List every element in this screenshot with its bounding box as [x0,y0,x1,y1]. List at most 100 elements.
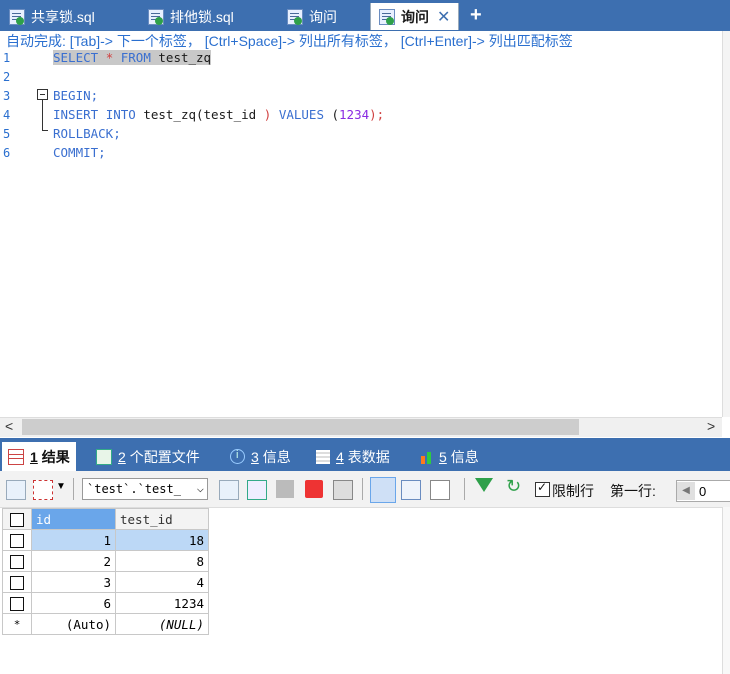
tab-query-active[interactable]: 询问 ✕ [370,3,460,30]
sql-identifier: test_zq [158,50,212,65]
query-file-icon [9,8,25,25]
tab-number: 2 [118,448,126,465]
cell-test-id[interactable]: (NULL) [115,613,209,635]
table-row[interactable]: 3 4 [2,571,209,593]
text-view-icon[interactable] [430,480,450,500]
line-number: 2 [3,70,11,84]
tab-label: 表数据 [347,448,390,465]
first-row-input[interactable]: ◀ 0 [676,480,730,502]
code-line-6[interactable]: COMMIT; [53,145,106,160]
code-line-1[interactable]: SELECT * FROM test_zq [53,50,212,65]
code-line-5[interactable]: ROLLBACK; [53,126,121,141]
cell-id[interactable]: (Auto) [31,613,116,635]
tab-number: 1 [30,448,38,465]
delete-icon[interactable] [305,480,323,498]
cell-id[interactable]: 2 [31,550,116,572]
sql-star: * [105,50,114,65]
tab-label: 排他锁.sql [170,8,234,25]
form-view-icon[interactable] [401,480,421,500]
profile-icon [96,448,112,465]
select-all-checkbox[interactable] [2,508,32,530]
discard-icon[interactable] [333,480,353,500]
tab-info-5[interactable]: 5 信息 [419,442,479,471]
cell-test-id[interactable]: 4 [115,571,209,593]
query-tab-bar [0,0,730,31]
sql-number: 1234 [339,107,370,122]
toolbar-divider [464,478,465,500]
sql-keyword: FROM [120,50,151,65]
sql-paren: ) [263,107,272,122]
query-file-icon [379,8,395,25]
sql-paren: ( [331,107,340,122]
first-row-value: 0 [699,483,707,499]
sql-keyword: BEGIN; [53,88,99,103]
limit-rows-checkbox[interactable] [535,480,550,497]
scroll-left-arrow-icon[interactable]: < [5,418,13,434]
tab-profile-2[interactable]: 2 个配置文件 [96,442,200,471]
export-icon[interactable] [6,480,26,500]
cell-id[interactable]: 3 [31,571,116,593]
table-header-row: id test_id [2,508,209,530]
tab-number: 5 [439,448,447,465]
query-file-icon [148,8,164,25]
save-icon[interactable] [276,480,294,498]
cell-test-id[interactable]: 1234 [115,592,209,614]
tab-info-3[interactable]: 3 信息 [230,442,291,471]
add-row-icon[interactable] [219,480,239,500]
import-icon[interactable] [33,480,53,500]
cell-test-id[interactable]: 8 [115,550,209,572]
new-tab-plus-icon[interactable]: + [470,4,482,27]
line-number: 4 [3,108,11,122]
scrollbar-thumb[interactable] [22,419,579,435]
column-header-test-id[interactable]: test_id [115,508,209,530]
refresh-icon[interactable]: ↻ [506,476,521,497]
row-checkbox[interactable] [2,529,32,551]
grid-view-icon[interactable] [370,477,396,503]
code-line-4[interactable]: INSERT INTO test_zq(test_id ) VALUES (12… [53,107,384,122]
sql-keyword: COMMIT; [53,145,106,160]
sql-paren: ); [369,107,385,122]
table-row[interactable]: 2 8 [2,550,209,572]
row-checkbox[interactable] [2,550,32,572]
tab-query-1[interactable]: 询问 [287,3,337,30]
scroll-right-arrow-icon[interactable]: > [707,418,715,434]
line-number: 1 [3,51,11,65]
chevron-down-icon: ⌵ [196,481,204,495]
new-row-marker: * [2,613,32,635]
table-row[interactable]: 1 18 [2,529,209,551]
cell-test-id[interactable]: 18 [115,529,209,551]
editor-vertical-scrollbar[interactable] [722,31,730,417]
tab-number: 4 [336,448,344,465]
limit-rows-label: 限制行 [552,483,594,499]
dropdown-arrow-icon[interactable]: ▼ [56,481,66,492]
table-row[interactable]: 6 1234 [2,592,209,614]
tab-label: 信息 [450,448,479,465]
table-icon [316,449,330,464]
cell-id[interactable]: 6 [31,592,116,614]
tab-shared-lock[interactable]: 共享锁.sql [9,3,95,30]
tab-exclusive-lock[interactable]: 排他锁.sql [148,3,234,30]
tab-label: 结果 [41,448,70,465]
new-row[interactable]: * (Auto) (NULL) [2,613,209,635]
table-select[interactable]: `test`.`test_ ⌵ [82,478,208,500]
code-line-3[interactable]: BEGIN; [53,88,98,103]
bar-chart-icon [419,450,433,464]
row-checkbox[interactable] [2,571,32,593]
line-number: 3 [3,89,11,103]
line-number: 6 [3,146,11,160]
line-number: 5 [3,127,11,141]
tab-table-data-4[interactable]: 4 表数据 [316,442,390,471]
row-checkbox[interactable] [2,592,32,614]
duplicate-row-icon[interactable] [247,480,267,500]
tab-result-1[interactable]: 1 结果 [2,442,76,471]
fold-collapse-icon[interactable] [37,89,48,100]
cell-id[interactable]: 1 [31,529,116,551]
filter-icon[interactable] [475,478,493,492]
sql-keyword: SELECT [53,50,99,65]
column-header-id[interactable]: id [31,508,116,530]
grid-vertical-scrollbar[interactable] [722,507,730,674]
sql-identifier: test_zq(test_id [143,107,257,122]
previous-page-icon[interactable]: ◀ [677,482,695,500]
close-icon[interactable]: ✕ [437,7,450,27]
tab-label: 询问 [309,8,337,25]
